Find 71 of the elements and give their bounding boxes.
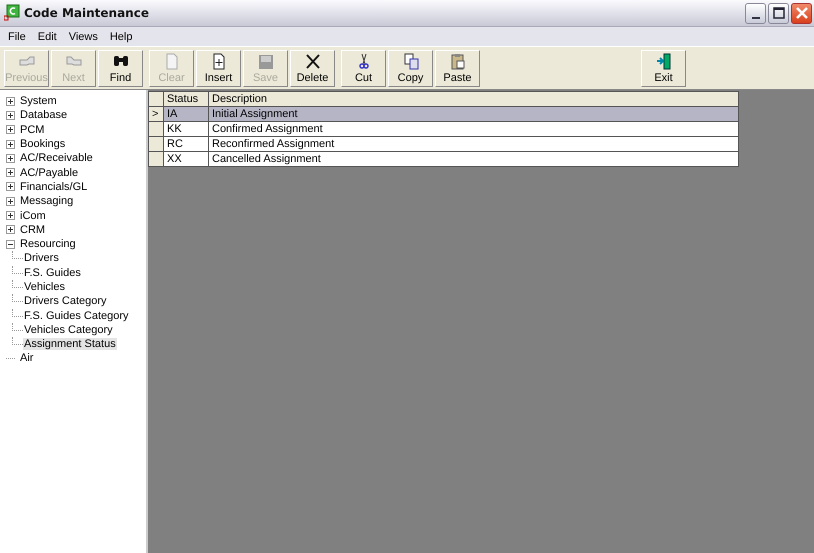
table-cell: Cancelled Assignment (208, 152, 738, 166)
table-cell: RC (164, 136, 208, 152)
maximize-icon (772, 7, 784, 19)
table-row[interactable]: > IA Initial Assignment (148, 106, 738, 122)
table-cell: KK (164, 122, 208, 136)
tree-item[interactable]: AC/Payable (19, 166, 80, 179)
toolbar-button[interactable]: Delete (290, 50, 335, 86)
table-row[interactable]: XX Cancelled Assignment (148, 152, 738, 166)
tree-item[interactable]: Resourcing (19, 238, 77, 250)
tree-item[interactable]: F.S. Guides Category (23, 310, 130, 322)
window-title: Code Maintenance (24, 6, 150, 20)
menu-item[interactable]: Help (104, 30, 138, 42)
tree-item[interactable]: Drivers (23, 252, 60, 264)
expand-icon[interactable] (6, 225, 15, 234)
table-cell: Reconfirmed Assignment (208, 136, 738, 152)
minimize-button[interactable] (745, 2, 766, 24)
row-header[interactable] (148, 136, 164, 152)
expand-icon[interactable] (6, 154, 15, 163)
table-cell: XX (164, 152, 208, 166)
expand-icon[interactable] (6, 196, 15, 206)
table-row[interactable]: RC Reconfirmed Assignment (148, 136, 738, 152)
column-header[interactable]: Description (208, 92, 738, 106)
toolbar-button[interactable]: Cut (341, 50, 386, 86)
toolbar-button[interactable]: Insert (196, 50, 241, 86)
expand-icon[interactable] (6, 182, 15, 192)
table-cell: IA (164, 106, 208, 122)
expand-icon[interactable] (6, 140, 15, 149)
tree-item[interactable]: AC/Receivable (19, 152, 94, 164)
expand-icon[interactable] (6, 96, 15, 106)
close-button[interactable] (791, 2, 812, 24)
toolbar-button[interactable]: Copy (388, 50, 433, 86)
tree-item[interactable]: Database (19, 109, 68, 122)
table-cell: Initial Assignment (208, 106, 738, 122)
tree-item[interactable]: Assignment Status (23, 338, 117, 350)
close-icon (794, 6, 808, 20)
column-header[interactable]: Status (164, 92, 208, 106)
app-icon (4, 4, 20, 22)
menu-item[interactable]: Edit (32, 30, 63, 42)
tree-item[interactable]: Air (19, 352, 34, 364)
tree-item[interactable]: iCom (19, 210, 47, 222)
table-row[interactable]: KK Confirmed Assignment (148, 122, 738, 136)
tree-item[interactable]: PCM (19, 124, 46, 136)
minimize-icon (752, 17, 760, 19)
tree-item[interactable]: System (19, 95, 58, 108)
menu-item[interactable]: File (2, 30, 32, 42)
row-header[interactable] (148, 122, 164, 136)
toolbar-button[interactable]: Paste (435, 50, 480, 86)
table-cell: Confirmed Assignment (208, 122, 738, 136)
tree-item[interactable]: Financials/GL (19, 180, 88, 193)
copy-icon (402, 52, 420, 70)
cross-icon (304, 52, 322, 70)
row-header[interactable]: > (148, 106, 164, 122)
expand-icon[interactable] (6, 168, 15, 178)
menu-item[interactable]: Views (62, 30, 104, 42)
row-header[interactable] (148, 152, 164, 166)
tree-item[interactable]: Vehicles Category (23, 324, 114, 336)
tree-item[interactable]: CRM (19, 224, 46, 236)
collapse-icon[interactable] (6, 240, 15, 249)
tree-item[interactable]: Messaging (19, 195, 74, 208)
expand-icon[interactable] (6, 125, 15, 134)
maximize-button[interactable] (768, 2, 789, 24)
tree-item[interactable]: Drivers Category (23, 295, 108, 308)
tree-item[interactable]: Bookings (19, 138, 66, 150)
expand-icon[interactable] (6, 211, 15, 220)
exit-door-icon (654, 52, 672, 70)
clipboard-icon (448, 52, 466, 70)
toolbar-button[interactable]: Find (98, 50, 143, 86)
toolbar-button[interactable]: Exit (641, 50, 686, 86)
tree-item[interactable]: F.S. Guides (23, 266, 82, 279)
tree-item[interactable]: Vehicles (23, 281, 66, 293)
expand-icon[interactable] (6, 110, 15, 120)
